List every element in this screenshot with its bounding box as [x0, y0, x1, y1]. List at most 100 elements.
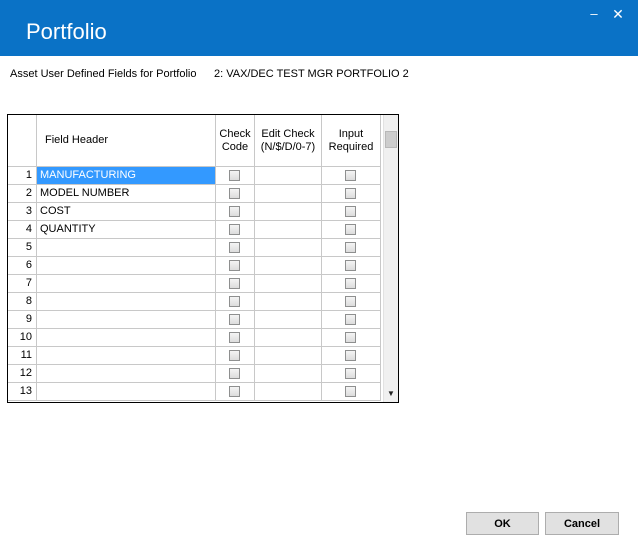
field-header-cell[interactable]: QUANTITY [37, 221, 216, 239]
edit-check-cell[interactable] [255, 329, 322, 347]
check-code-checkbox[interactable] [229, 224, 240, 235]
row-number[interactable]: 7 [8, 275, 37, 293]
input-required-checkbox[interactable] [345, 332, 356, 343]
input-required-checkbox[interactable] [345, 314, 356, 325]
edit-check-cell[interactable] [255, 275, 322, 293]
table-row[interactable]: 1 MANUFACTURING [8, 167, 383, 185]
check-code-checkbox[interactable] [229, 386, 240, 397]
check-code-cell [216, 383, 255, 401]
cancel-button[interactable]: Cancel [545, 512, 619, 535]
field-header-column-header[interactable]: Field Header [37, 115, 216, 167]
ok-button[interactable]: OK [466, 512, 539, 535]
row-number-header[interactable] [8, 115, 37, 167]
edit-check-cell[interactable] [255, 203, 322, 221]
row-number[interactable]: 2 [8, 185, 37, 203]
field-header-cell[interactable] [37, 347, 216, 365]
input-required-cell [322, 257, 381, 275]
scroll-down-arrow-icon[interactable]: ▼ [384, 387, 398, 401]
edit-check-cell[interactable] [255, 311, 322, 329]
table-row[interactable]: 4 QUANTITY [8, 221, 383, 239]
check-code-column-label: Check Code [219, 127, 251, 153]
field-header-cell[interactable] [37, 383, 216, 401]
row-number[interactable]: 12 [8, 365, 37, 383]
field-header-cell[interactable] [37, 365, 216, 383]
table-row[interactable]: 8 [8, 293, 383, 311]
check-code-cell [216, 329, 255, 347]
field-header-cell[interactable]: MODEL NUMBER [37, 185, 216, 203]
row-number[interactable]: 9 [8, 311, 37, 329]
table-row[interactable]: 3 COST [8, 203, 383, 221]
input-required-checkbox[interactable] [345, 188, 356, 199]
input-required-column-header[interactable]: Input Required [322, 115, 381, 167]
input-required-checkbox[interactable] [345, 386, 356, 397]
scrollbar-thumb[interactable] [385, 131, 397, 148]
field-header-cell[interactable] [37, 239, 216, 257]
vertical-scrollbar[interactable]: ▼ [383, 115, 398, 402]
table-row[interactable]: 6 [8, 257, 383, 275]
check-code-cell [216, 275, 255, 293]
input-required-checkbox[interactable] [345, 350, 356, 361]
edit-check-cell[interactable] [255, 365, 322, 383]
check-code-column-header[interactable]: Check Code [216, 115, 255, 167]
edit-check-cell[interactable] [255, 167, 322, 185]
row-number[interactable]: 1 [8, 167, 37, 185]
edit-check-cell[interactable] [255, 221, 322, 239]
table-row[interactable]: 13 [8, 383, 383, 401]
edit-check-cell[interactable] [255, 293, 322, 311]
input-required-checkbox[interactable] [345, 170, 356, 181]
table-row[interactable]: 2 MODEL NUMBER [8, 185, 383, 203]
input-required-checkbox[interactable] [345, 242, 356, 253]
check-code-checkbox[interactable] [229, 242, 240, 253]
check-code-checkbox[interactable] [229, 350, 240, 361]
field-header-cell[interactable] [37, 275, 216, 293]
check-code-checkbox[interactable] [229, 296, 240, 307]
check-code-checkbox[interactable] [229, 188, 240, 199]
edit-check-cell[interactable] [255, 257, 322, 275]
table-row[interactable]: 10 [8, 329, 383, 347]
field-header-cell[interactable] [37, 293, 216, 311]
row-number[interactable]: 11 [8, 347, 37, 365]
input-required-cell [322, 311, 381, 329]
row-number[interactable]: 4 [8, 221, 37, 239]
row-number[interactable]: 5 [8, 239, 37, 257]
input-required-checkbox[interactable] [345, 296, 356, 307]
row-number[interactable]: 6 [8, 257, 37, 275]
check-code-checkbox[interactable] [229, 314, 240, 325]
input-required-checkbox[interactable] [345, 368, 356, 379]
check-code-checkbox[interactable] [229, 170, 240, 181]
field-header-cell[interactable]: COST [37, 203, 216, 221]
row-number[interactable]: 3 [8, 203, 37, 221]
check-code-checkbox[interactable] [229, 278, 240, 289]
check-code-checkbox[interactable] [229, 368, 240, 379]
check-code-checkbox[interactable] [229, 206, 240, 217]
check-code-checkbox[interactable] [229, 332, 240, 343]
table-row[interactable]: 9 [8, 311, 383, 329]
table-row[interactable]: 5 [8, 239, 383, 257]
field-header-cell[interactable] [37, 329, 216, 347]
edit-check-cell[interactable] [255, 383, 322, 401]
input-required-checkbox[interactable] [345, 224, 356, 235]
input-required-checkbox[interactable] [345, 260, 356, 271]
check-code-cell [216, 203, 255, 221]
table-row[interactable]: 7 [8, 275, 383, 293]
check-code-cell [216, 347, 255, 365]
field-header-cell[interactable]: MANUFACTURING [37, 167, 216, 185]
row-number[interactable]: 8 [8, 293, 37, 311]
table-row[interactable]: 12 [8, 365, 383, 383]
edit-check-cell[interactable] [255, 185, 322, 203]
table-row[interactable]: 11 [8, 347, 383, 365]
row-number[interactable]: 10 [8, 329, 37, 347]
input-required-cell [322, 203, 381, 221]
udf-grid[interactable]: Field Header Check Code Edit Check (N/$/… [7, 114, 399, 403]
edit-check-column-header[interactable]: Edit Check (N/$/D/0-7) [255, 115, 322, 167]
check-code-checkbox[interactable] [229, 260, 240, 271]
row-number[interactable]: 13 [8, 383, 37, 401]
field-header-cell[interactable] [37, 311, 216, 329]
input-required-checkbox[interactable] [345, 278, 356, 289]
minimize-icon[interactable]: – [586, 6, 602, 22]
edit-check-cell[interactable] [255, 239, 322, 257]
close-icon[interactable]: ✕ [610, 6, 626, 22]
edit-check-cell[interactable] [255, 347, 322, 365]
input-required-checkbox[interactable] [345, 206, 356, 217]
field-header-cell[interactable] [37, 257, 216, 275]
